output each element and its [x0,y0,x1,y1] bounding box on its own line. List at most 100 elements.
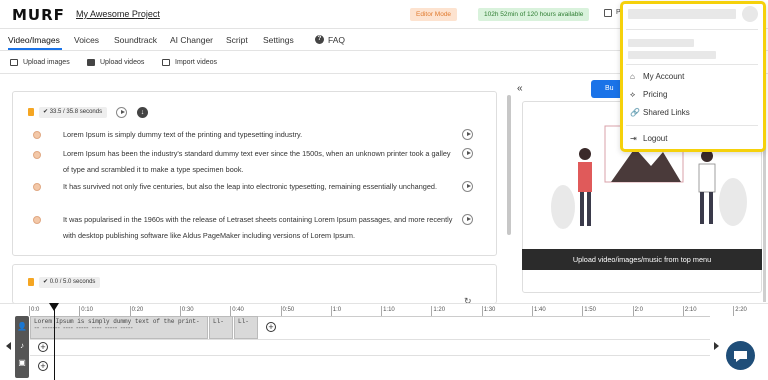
timeline-clip[interactable]: Lorem Ipsum is simply dummy text of the … [30,316,208,339]
preview-caption: Upload video/images/music from top menu [522,249,762,270]
play-icon [466,217,471,221]
download-block-button[interactable]: ↓ [137,107,148,118]
tab-script[interactable]: Script [226,35,248,45]
timeline-tick [381,306,383,316]
timeline-scroll-left-icon[interactable] [6,342,11,350]
home-icon: ⌂ [630,72,635,81]
timeline-tick [79,306,81,316]
play-paragraph-button[interactable] [462,148,473,159]
block-duration-badge: ✔ 0.0 / 5.0 seconds [39,277,101,288]
timeline-tick-label: 2:20 [735,307,747,313]
timeline-clip[interactable]: Ll- [234,316,258,339]
block-duration-badge: ✔ 33.5 / 35.8 seconds [39,107,108,118]
timeline-clip[interactable]: Ll- [209,316,233,339]
timeline-tick-label: 0:30 [181,307,194,313]
dropdown-separator [626,125,758,126]
block-duration: 0.0 / 5.0 seconds [49,279,96,285]
play-paragraph-button[interactable] [462,181,473,192]
voice-avatar[interactable] [33,131,41,139]
delete-block-icon[interactable] [28,278,34,286]
timeline-tick-label: 0:20 [131,307,144,313]
menu-item-shared-links[interactable]: Shared Links [643,108,690,117]
check-icon: ✔ [43,279,50,285]
play-icon [466,132,471,136]
dropdown-separator [626,64,758,65]
chat-support-button[interactable] [726,341,755,370]
timeline-tick [582,306,584,316]
collapse-panel-icon[interactable]: « [517,83,523,94]
timeline-tick [280,306,282,316]
timeline-divider [0,303,768,304]
project-title[interactable]: My Awesome Project [76,9,160,19]
timeline-tick [29,306,30,316]
add-music-button[interactable]: + [38,342,48,352]
timeline-tick-label: 1:30 [483,307,496,313]
menu-item-logout[interactable]: Logout [643,134,667,143]
timeline-tick [129,306,131,316]
voice-track [30,339,710,340]
clip-label: Ll- [213,318,224,325]
dropdown-separator [626,29,758,30]
video-track-icon[interactable]: ▣ [15,358,29,367]
tab-faq[interactable]: FAQ [328,35,345,45]
tab-settings[interactable]: Settings [263,35,294,45]
music-track-icon[interactable]: ♪ [15,341,29,350]
publish-icon[interactable] [604,9,612,17]
voice-avatar[interactable] [33,151,41,159]
add-voice-clip-button[interactable]: + [266,322,276,332]
timeline-tick [230,306,232,316]
upload-videos-button[interactable]: Upload videos [100,59,144,66]
clip-label: Lorem Ipsum is simply dummy text of the … [34,318,200,325]
timeline-tick-label: 2:10 [684,307,697,313]
timeline-tick [632,306,634,316]
timeline-tick-label: 0:10 [81,307,93,313]
logout-icon: ⇥ [630,134,637,143]
add-video-button[interactable]: + [38,361,48,371]
import-icon [162,59,170,66]
account-dropdown [620,1,766,152]
play-icon [120,110,125,114]
editor-mode-badge[interactable]: Editor Mode [410,8,458,21]
menu-item-my-account[interactable]: My Account [643,72,684,81]
block-duration: 33.5 / 35.8 seconds [49,109,103,115]
tab-ai-changer[interactable]: AI Changer [170,35,213,45]
track-sidebar: 👤 ♪ ▣ [15,316,29,378]
playhead[interactable] [54,309,55,380]
script-paragraph[interactable]: It has survived not only five centuries,… [63,179,453,195]
user-avatar[interactable] [742,6,758,22]
script-scrollbar[interactable] [507,95,511,235]
script-paragraph[interactable]: Lorem Ipsum is simply dummy text of the … [63,127,453,143]
timeline-tick [179,306,181,316]
clip-label: Ll- [238,318,249,325]
image-icon [10,59,18,66]
voice-track-icon[interactable]: 👤 [15,322,29,331]
timeline-tick-label: 0:40 [232,307,244,313]
delete-block-icon[interactable] [28,108,34,116]
play-paragraph-button[interactable] [462,214,473,225]
tab-soundtrack[interactable]: Soundtrack [114,35,157,45]
video-icon [87,59,95,66]
play-paragraph-button[interactable] [462,129,473,140]
voice-avatar[interactable] [33,216,41,224]
script-paragraph[interactable]: It was popularised in the 1960s with the… [63,212,453,244]
play-icon [466,184,471,188]
play-block-button[interactable] [116,107,127,118]
timeline-tick [431,306,433,316]
timeline-tick-label: 1:50 [584,307,596,313]
user-name-placeholder [628,9,736,19]
tab-video-images[interactable]: Video/Images [8,35,60,45]
script-paragraph[interactable]: Lorem Ipsum has been the industry's stan… [63,146,453,178]
murf-logo[interactable]: MURF [12,6,65,24]
upload-images-button[interactable]: Upload images [23,59,70,66]
timeline-scroll-right-icon[interactable] [714,342,719,350]
timeline-tick [481,306,483,316]
link-icon: 🔗 [630,108,640,117]
faq-icon[interactable]: ? [315,35,324,44]
voice-avatar[interactable] [33,183,41,191]
account-email-placeholder [628,51,716,59]
chat-icon [734,351,747,362]
menu-item-pricing[interactable]: Pricing [643,90,667,99]
import-videos-button[interactable]: Import videos [175,59,217,66]
tab-voices[interactable]: Voices [74,35,99,45]
timeline-tick-label: 1:0 [332,307,342,313]
